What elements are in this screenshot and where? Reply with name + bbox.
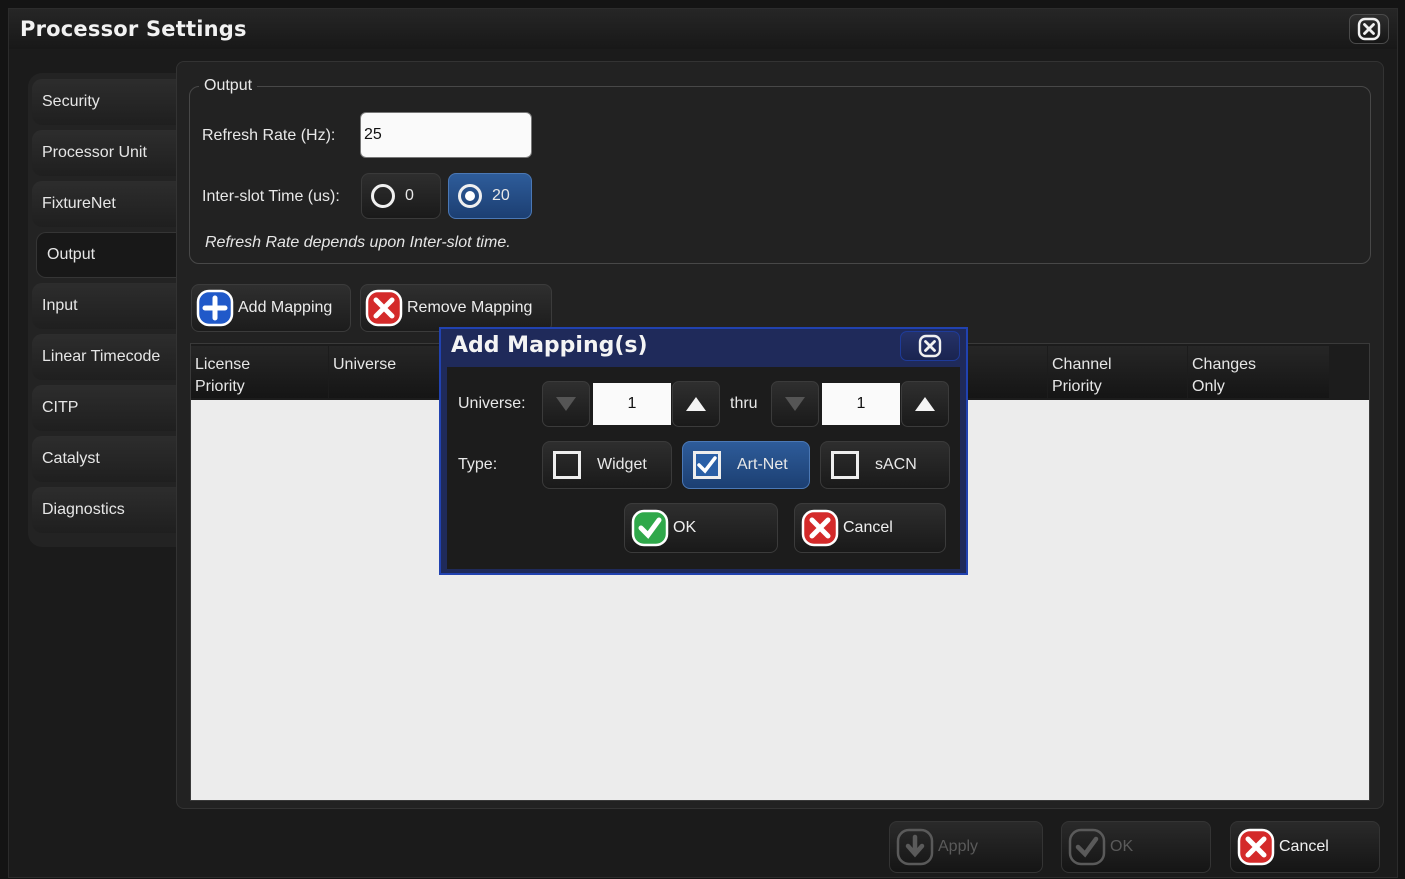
add-mapping-button[interactable]: Add Mapping bbox=[191, 284, 351, 332]
triangle-up-icon bbox=[686, 397, 706, 411]
type-sacn-label: sACN bbox=[875, 456, 917, 473]
tab-label: Security bbox=[42, 93, 100, 110]
tab-output[interactable]: Output bbox=[36, 232, 180, 278]
tab-processor-unit[interactable]: Processor Unit bbox=[32, 130, 176, 176]
tab-label: Output bbox=[47, 246, 96, 263]
ok-label: OK bbox=[1110, 838, 1134, 855]
thru-label: thru bbox=[730, 395, 758, 412]
settings-tab-list: Security Processor Unit FixtureNet Outpu… bbox=[28, 73, 180, 547]
checkmark-icon bbox=[1068, 828, 1106, 866]
tab-label: Catalyst bbox=[42, 450, 100, 467]
tab-security[interactable]: Security bbox=[32, 79, 176, 125]
tab-catalyst[interactable]: Catalyst bbox=[32, 436, 176, 482]
tab-diagnostics[interactable]: Diagnostics bbox=[32, 487, 176, 533]
interslot-option-20[interactable]: 20 bbox=[448, 173, 532, 219]
universe-from-value[interactable]: 1 bbox=[593, 383, 671, 425]
dialog-cancel-button[interactable]: Cancel bbox=[794, 503, 946, 553]
dialog-body: Universe: 1 thru 1 Type: Widget Art-Net bbox=[447, 367, 960, 569]
window-title: Processor Settings bbox=[20, 17, 247, 41]
tab-input[interactable]: Input bbox=[32, 283, 176, 329]
checkbox-unchecked-icon bbox=[553, 451, 581, 479]
checkbox-unchecked-icon bbox=[831, 451, 859, 479]
universe-from-increment-button[interactable] bbox=[672, 381, 720, 427]
universe-label: Universe: bbox=[458, 395, 526, 412]
apply-label: Apply bbox=[938, 838, 979, 855]
tab-label: Processor Unit bbox=[42, 144, 147, 161]
close-icon bbox=[1357, 17, 1381, 41]
remove-icon bbox=[365, 289, 403, 327]
apply-button[interactable]: Apply bbox=[889, 821, 1043, 873]
dialog-ok-label: OK bbox=[673, 519, 697, 536]
triangle-down-icon bbox=[556, 397, 576, 411]
column-changes-only[interactable]: Changes Only bbox=[1188, 346, 1329, 398]
cancel-button[interactable]: Cancel bbox=[1230, 821, 1380, 873]
ok-button[interactable]: OK bbox=[1061, 821, 1211, 873]
triangle-down-icon bbox=[785, 397, 805, 411]
tab-label: CITP bbox=[42, 399, 79, 416]
triangle-up-icon bbox=[915, 397, 935, 411]
type-artnet-label: Art-Net bbox=[737, 456, 788, 473]
checkmark-icon bbox=[631, 509, 669, 547]
interslot-option-0[interactable]: 0 bbox=[361, 173, 441, 219]
tab-citp[interactable]: CITP bbox=[32, 385, 176, 431]
radio-label: 20 bbox=[492, 187, 510, 204]
universe-thru-increment-button[interactable] bbox=[901, 381, 949, 427]
interslot-time-label: Inter-slot Time (us): bbox=[202, 188, 340, 205]
close-icon bbox=[918, 334, 942, 358]
plus-icon bbox=[196, 289, 234, 327]
dialog-ok-button[interactable]: OK bbox=[624, 503, 778, 553]
dialog-cancel-label: Cancel bbox=[843, 519, 893, 536]
type-widget-checkbox[interactable]: Widget bbox=[542, 441, 672, 489]
universe-thru-decrement-button[interactable] bbox=[771, 381, 819, 427]
dialog-close-button[interactable] bbox=[900, 331, 960, 361]
remove-mapping-button[interactable]: Remove Mapping bbox=[360, 284, 552, 332]
refresh-rate-label: Refresh Rate (Hz): bbox=[202, 127, 336, 144]
tab-label: Input bbox=[42, 297, 78, 314]
output-group-label: Output bbox=[199, 77, 258, 95]
add-mapping-dialog: Add Mapping(s) Universe: 1 thru 1 Type: … bbox=[439, 327, 968, 575]
tab-fixturenet[interactable]: FixtureNet bbox=[32, 181, 176, 227]
universe-thru-value[interactable]: 1 bbox=[822, 383, 900, 425]
radio-icon bbox=[371, 184, 395, 208]
tab-linear-timecode[interactable]: Linear Timecode bbox=[32, 334, 176, 380]
cancel-icon bbox=[801, 509, 839, 547]
window-close-button[interactable] bbox=[1349, 14, 1389, 44]
column-channel-priority[interactable]: Channel Priority bbox=[1048, 346, 1187, 398]
universe-from-decrement-button[interactable] bbox=[542, 381, 590, 427]
remove-mapping-label: Remove Mapping bbox=[407, 299, 533, 316]
output-group: Output Refresh Rate (Hz): Inter-slot Tim… bbox=[189, 77, 1371, 264]
title-bar: Processor Settings bbox=[9, 9, 1397, 49]
dialog-title: Add Mapping(s) bbox=[451, 333, 648, 358]
tab-label: Linear Timecode bbox=[42, 348, 161, 365]
cancel-label: Cancel bbox=[1279, 838, 1329, 855]
tab-label: FixtureNet bbox=[42, 195, 116, 212]
type-artnet-checkbox[interactable]: Art-Net bbox=[682, 441, 810, 489]
refresh-rate-note: Refresh Rate depends upon Inter-slot tim… bbox=[205, 234, 511, 251]
column-license-priority[interactable]: License Priority bbox=[191, 346, 328, 398]
cancel-icon bbox=[1237, 828, 1275, 866]
radio-label: 0 bbox=[405, 187, 414, 204]
apply-icon bbox=[896, 828, 934, 866]
checkbox-checked-icon bbox=[693, 451, 721, 479]
type-widget-label: Widget bbox=[597, 456, 647, 473]
type-label: Type: bbox=[458, 456, 498, 473]
radio-selected-icon bbox=[458, 184, 482, 208]
tab-label: Diagnostics bbox=[42, 501, 125, 518]
add-mapping-label: Add Mapping bbox=[238, 299, 333, 316]
refresh-rate-input[interactable] bbox=[360, 112, 532, 158]
type-sacn-checkbox[interactable]: sACN bbox=[820, 441, 950, 489]
